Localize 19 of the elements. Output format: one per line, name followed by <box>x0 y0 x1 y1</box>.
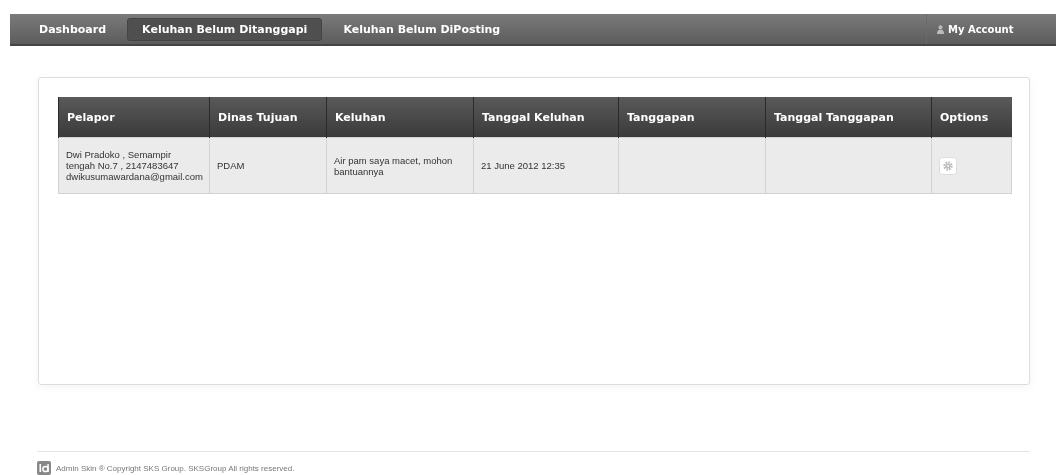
column-header: Tanggapan <box>618 97 766 138</box>
table-cell: Air pam saya macet, mohon bantuannya <box>326 137 474 194</box>
table-cell: 21 June 2012 12:35 <box>473 137 619 194</box>
account-menu[interactable]: My Account <box>926 14 1056 44</box>
table-cell: PDAM <box>209 137 327 194</box>
copyright-text: Admin Skin ® Copyright SKS Group. SKSGroup All rights reserved. <box>56 463 295 473</box>
user-icon <box>937 24 944 34</box>
column-header: Options <box>931 97 1012 138</box>
settings-button[interactable] <box>939 156 957 175</box>
table-cell: Dwi Pradoko , Semampir tengah No.7 , 2147483647 dwikusumawardana@gmail.com <box>58 137 210 194</box>
column-header: Pelapor <box>58 97 210 138</box>
column-header: Tanggal Tanggapan <box>765 97 932 138</box>
column-header: Keluhan <box>326 97 474 138</box>
column-header: Tanggal Keluhan <box>473 97 619 138</box>
column-header: Dinas Tujuan <box>209 97 327 138</box>
nav-tab[interactable]: Dashboard <box>24 17 122 41</box>
nav-tab[interactable]: Keluhan Belum Ditanggapi <box>127 17 323 41</box>
gear-icon <box>943 160 953 171</box>
nav-tab[interactable]: Keluhan Belum DiPosting <box>328 17 516 41</box>
